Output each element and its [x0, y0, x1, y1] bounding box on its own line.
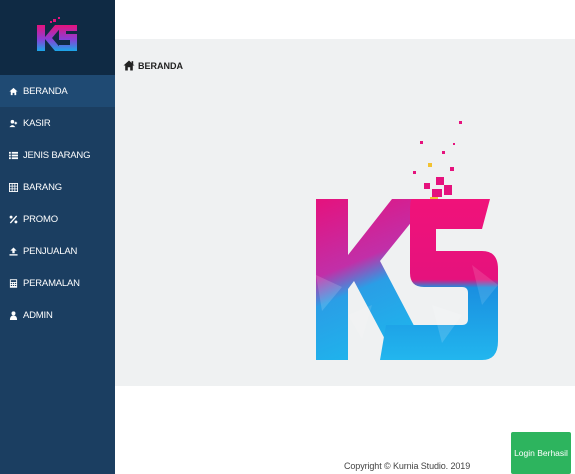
sidebar-item-kasir[interactable]: KASIR — [0, 107, 115, 139]
sidebar-logo[interactable] — [0, 0, 115, 75]
sidebar-item-label: KASIR — [23, 117, 51, 129]
percent-icon — [9, 214, 18, 224]
sidebar-item-penjualan[interactable]: PENJUALAN — [0, 235, 115, 267]
main-content: BERANDA — [115, 39, 575, 386]
sidebar-item-label: PROMO — [23, 213, 58, 225]
footer: Copyright © Kurnia Studio. 2019 — [115, 386, 575, 474]
breadcrumb: BERANDA — [123, 60, 183, 71]
sidebar-nav: BERANDA KASIR JENIS BARANG BARANG PROMO — [0, 75, 115, 331]
sidebar-item-jenis-barang[interactable]: JENIS BARANG — [0, 139, 115, 171]
sidebar-item-label: BARANG — [23, 181, 62, 193]
user-plus-icon — [9, 119, 18, 128]
sidebar-item-label: PERAMALAN — [23, 277, 80, 289]
ks-logo-icon — [37, 17, 77, 51]
calculator-icon — [9, 278, 18, 288]
sidebar-item-beranda[interactable]: BERANDA — [0, 75, 115, 107]
user-icon — [9, 310, 18, 320]
sidebar-item-label: JENIS BARANG — [23, 149, 91, 161]
sidebar-item-peramalan[interactable]: PERAMALAN — [0, 267, 115, 299]
sidebar-item-barang[interactable]: BARANG — [0, 171, 115, 203]
sidebar-item-label: PENJUALAN — [23, 245, 78, 257]
home-icon — [9, 87, 18, 96]
home-icon — [123, 60, 135, 71]
table-icon — [9, 182, 18, 192]
sidebar-item-promo[interactable]: PROMO — [0, 203, 115, 235]
ks-logo-icon — [316, 121, 498, 360]
sidebar-item-label: ADMIN — [23, 309, 53, 321]
copyright-text: Copyright © Kurnia Studio. 2019 — [344, 461, 471, 471]
login-success-toast[interactable]: Login Berhasil — [511, 432, 571, 474]
sidebar-item-label: BERANDA — [23, 85, 68, 97]
breadcrumb-label: BERANDA — [138, 60, 183, 71]
sidebar-item-admin[interactable]: ADMIN — [0, 299, 115, 331]
top-navbar — [115, 0, 575, 40]
list-icon — [9, 151, 18, 160]
upload-icon — [9, 246, 18, 256]
sidebar: BERANDA KASIR JENIS BARANG BARANG PROMO — [0, 0, 115, 474]
